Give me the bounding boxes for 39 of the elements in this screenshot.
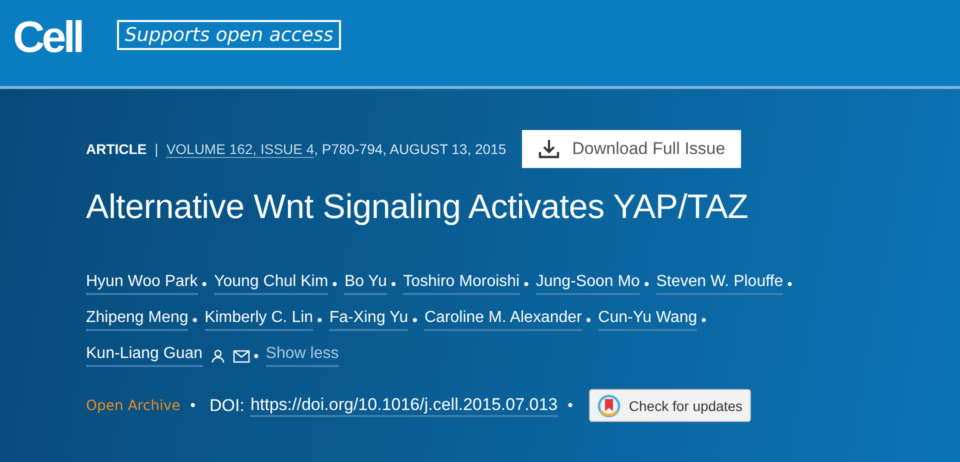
volume-link[interactable]: VOLUME 162, ISSUE 4 bbox=[166, 140, 314, 158]
article-type: ARTICLE bbox=[86, 141, 147, 157]
open-access-badge: Supports open access bbox=[116, 20, 342, 50]
article-title: Alternative Wnt Signaling Activates YAP/TAZ bbox=[86, 188, 750, 227]
doi-label: DOI: bbox=[210, 396, 244, 416]
doi-link[interactable]: https://doi.org/10.1016/j.cell.2015.07.013 bbox=[250, 394, 558, 416]
pages-date: , P780-794, AUGUST 13, 2015 bbox=[314, 141, 506, 157]
author-link[interactable]: Hyun Woo Park bbox=[86, 273, 198, 295]
separator-dot: • bbox=[412, 312, 418, 328]
author-link[interactable]: Kun-Liang Guan bbox=[86, 345, 203, 367]
separator-dot: • bbox=[524, 276, 529, 292]
open-archive-label: Open Archive bbox=[86, 398, 180, 414]
separator-dot: • bbox=[317, 312, 322, 328]
author-link[interactable]: Zhipeng Meng bbox=[86, 309, 188, 331]
separator-dot: • bbox=[644, 276, 650, 292]
check-updates-button[interactable]: Check for updates bbox=[588, 389, 751, 422]
author-link[interactable]: Cun-Yu Wang bbox=[598, 309, 698, 331]
separator-dot: • bbox=[390, 276, 396, 292]
meta-divider: | bbox=[154, 141, 158, 157]
cell-logo[interactable]: Cell bbox=[13, 13, 82, 63]
author-link[interactable]: Kimberly C. Lin bbox=[204, 309, 314, 331]
separator-dot: • bbox=[332, 276, 338, 292]
separator-dot: • bbox=[586, 312, 592, 328]
author-link[interactable]: Fa-Xing Yu bbox=[329, 309, 408, 331]
separator-dot: • bbox=[254, 348, 259, 364]
author-link[interactable]: Jung-Soon Mo bbox=[536, 273, 640, 295]
separator-dot: • bbox=[701, 312, 706, 328]
show-less-link[interactable]: Show less bbox=[266, 345, 339, 367]
author-link[interactable]: Young Chul Kim bbox=[214, 273, 328, 295]
author-link[interactable]: Steven W. Plouffe bbox=[656, 273, 784, 295]
separator-dot: • bbox=[192, 312, 198, 328]
separator-dot: • bbox=[202, 276, 208, 292]
separator-dot: • bbox=[190, 397, 196, 414]
author-link[interactable]: Toshiro Moroishi bbox=[403, 273, 520, 295]
separator-dot: • bbox=[568, 397, 573, 414]
author-link[interactable]: Caroline M. Alexander bbox=[424, 309, 582, 331]
author-link[interactable]: Bo Yu bbox=[344, 273, 387, 295]
separator-dot: • bbox=[787, 276, 792, 292]
download-button[interactable]: Download Full Issue bbox=[522, 130, 742, 168]
